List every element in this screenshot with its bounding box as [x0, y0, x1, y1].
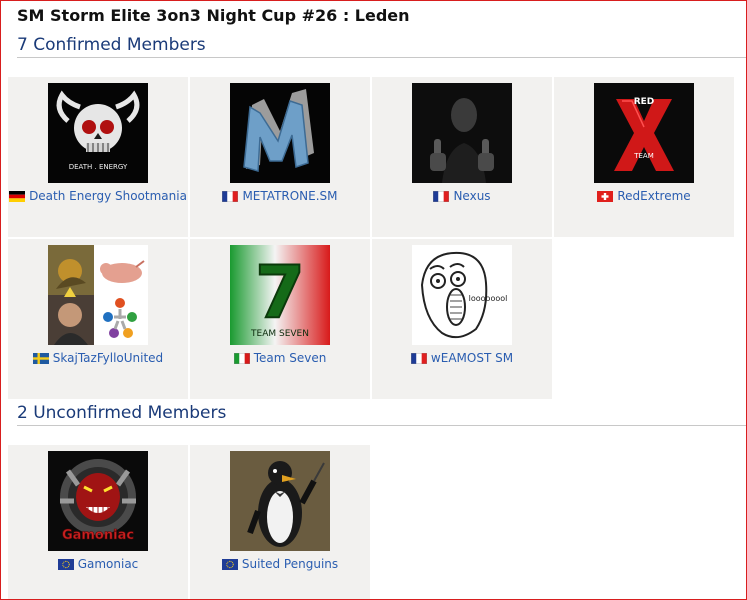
- page-frame: SM Storm Elite 3on3 Night Cup #26 : Lede…: [0, 0, 747, 600]
- letter-m-emblem-icon: [230, 83, 330, 183]
- member-row: Death Energy Shootmania: [8, 189, 188, 203]
- member-link[interactable]: wEAMOST SM: [431, 351, 513, 365]
- flag-france-icon: [433, 190, 450, 202]
- confirmed-heading: 7 Confirmed Members: [17, 35, 206, 55]
- member-card: SkajTazFylloUnited: [8, 239, 188, 399]
- member-card: Suited Penguins: [190, 445, 370, 599]
- member-row: Suited Penguins: [190, 557, 370, 571]
- unconfirmed-divider: [17, 425, 746, 426]
- member-row: wEAMOST SM: [372, 351, 552, 365]
- member-row: Team Seven: [190, 351, 370, 365]
- member-link[interactable]: Nexus: [453, 189, 490, 203]
- member-row: Nexus: [372, 189, 552, 203]
- member-row: METATRONE.SM: [190, 189, 370, 203]
- flag-france-icon: [410, 352, 427, 364]
- flag-germany-icon: [9, 190, 26, 202]
- rage-face-icon: loooooool: [412, 245, 512, 345]
- team-logo-nexus[interactable]: [412, 83, 512, 183]
- number-seven-emblem-icon: 7 TEAM SEVEN: [230, 245, 330, 345]
- member-row: SkajTazFylloUnited: [8, 351, 188, 365]
- member-card: METATRONE.SM: [190, 77, 370, 237]
- team-logo-weamost[interactable]: loooooool: [412, 245, 512, 345]
- member-card: Nexus: [372, 77, 552, 237]
- flag-france-icon: [222, 190, 239, 202]
- member-link[interactable]: Team Seven: [254, 351, 327, 365]
- member-row: RedExtreme: [554, 189, 734, 203]
- member-link[interactable]: METATRONE.SM: [242, 189, 337, 203]
- member-row: Gamoniac: [8, 557, 188, 571]
- team-logo-metatrone[interactable]: [230, 83, 330, 183]
- logo-text-top: RED: [634, 97, 655, 107]
- logo-number: 7: [255, 250, 305, 334]
- team-logo-suited-penguins[interactable]: [230, 451, 330, 551]
- member-card: loooooool wEAMOST SM: [372, 239, 552, 399]
- skull-emblem-icon: DEATH . ENERGY: [48, 83, 148, 183]
- member-link[interactable]: Suited Penguins: [242, 557, 338, 571]
- logo-text: Gamoniac: [62, 528, 134, 543]
- team-logo-death-energy[interactable]: DEATH . ENERGY: [48, 83, 148, 183]
- logo-text: TEAM SEVEN: [250, 329, 309, 339]
- member-link[interactable]: Gamoniac: [78, 557, 139, 571]
- team-logo-skajtazfyllo[interactable]: [48, 245, 148, 345]
- logo-text: loooooool: [469, 294, 508, 303]
- unconfirmed-heading: 2 Unconfirmed Members: [17, 403, 227, 423]
- flag-europe-icon: [221, 558, 238, 570]
- logo-text: DEATH . ENERGY: [69, 163, 128, 171]
- confirmed-divider: [17, 57, 746, 58]
- penguin-portrait-icon: [230, 451, 330, 551]
- member-link[interactable]: RedExtreme: [617, 189, 690, 203]
- team-logo-gamoniac[interactable]: Gamoniac: [48, 451, 148, 551]
- flag-switzerland-icon: [597, 190, 614, 202]
- page-title: SM Storm Elite 3on3 Night Cup #26 : Lede…: [17, 6, 410, 25]
- member-link[interactable]: SkajTazFylloUnited: [53, 351, 163, 365]
- team-logo-team-seven[interactable]: 7 TEAM SEVEN: [230, 245, 330, 345]
- member-card: Gamoniac Gamoniac: [8, 445, 188, 599]
- red-x-emblem-icon: RED TEAM: [594, 83, 694, 183]
- flag-italy-icon: [233, 352, 250, 364]
- member-card: DEATH . ENERGY Death Energy Shootmania: [8, 77, 188, 237]
- collage-icon: [48, 245, 148, 345]
- flag-europe-icon: [57, 558, 74, 570]
- flag-sweden-icon: [32, 352, 49, 364]
- dark-portrait-icon: [412, 83, 512, 183]
- member-link[interactable]: Death Energy Shootmania: [29, 189, 187, 203]
- demon-emblem-icon: Gamoniac: [48, 451, 148, 551]
- logo-text-bottom: TEAM: [633, 152, 654, 160]
- team-logo-redextreme[interactable]: RED TEAM: [594, 83, 694, 183]
- member-card: RED TEAM RedExtreme: [554, 77, 734, 237]
- member-card: 7 TEAM SEVEN Team Seven: [190, 239, 370, 399]
